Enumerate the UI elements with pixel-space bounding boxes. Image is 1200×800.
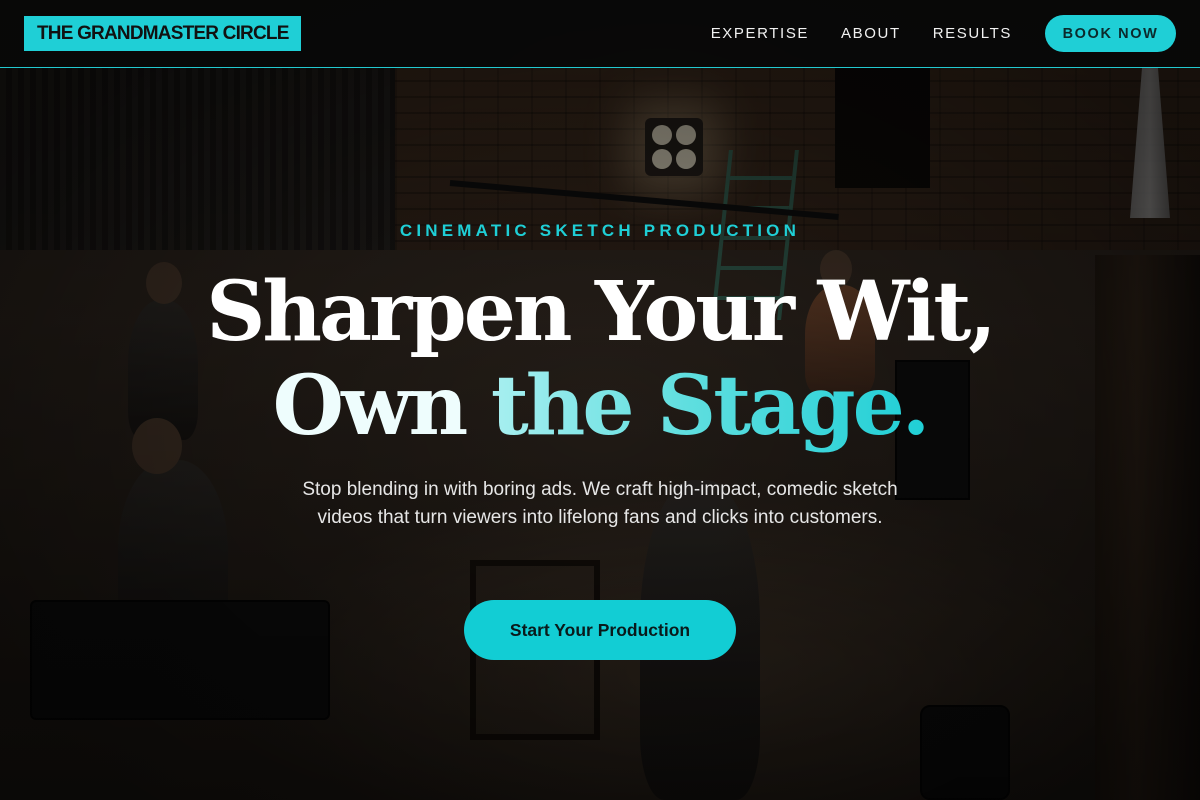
- site-logo[interactable]: THE GRANDMASTER CIRCLE: [24, 16, 301, 51]
- nav-link-about[interactable]: ABOUT: [841, 25, 901, 42]
- hero-section: CINEMATIC SKETCH PRODUCTION Sharpen Your…: [0, 68, 1200, 800]
- nav-link-results[interactable]: RESULTS: [933, 25, 1012, 42]
- hero-subtitle: Stop blending in with boring ads. We cra…: [302, 479, 898, 528]
- start-production-button[interactable]: Start Your Production: [464, 600, 736, 660]
- headline-the-stage: the Stage.: [490, 358, 930, 454]
- hero-headline-line1: Sharpen Your Wit,: [206, 264, 997, 360]
- headline-own: Own: [272, 358, 491, 454]
- main-nav: EXPERTISE ABOUT RESULTS BOOK NOW: [679, 15, 1176, 52]
- book-now-button[interactable]: BOOK NOW: [1045, 15, 1176, 52]
- hero-headline-line2: Own the Stage.: [0, 358, 1200, 454]
- site-header: THE GRANDMASTER CIRCLE EXPERTISE ABOUT R…: [0, 0, 1200, 68]
- nav-link-expertise[interactable]: EXPERTISE: [711, 25, 809, 42]
- hero-eyebrow: CINEMATIC SKETCH PRODUCTION: [399, 221, 801, 240]
